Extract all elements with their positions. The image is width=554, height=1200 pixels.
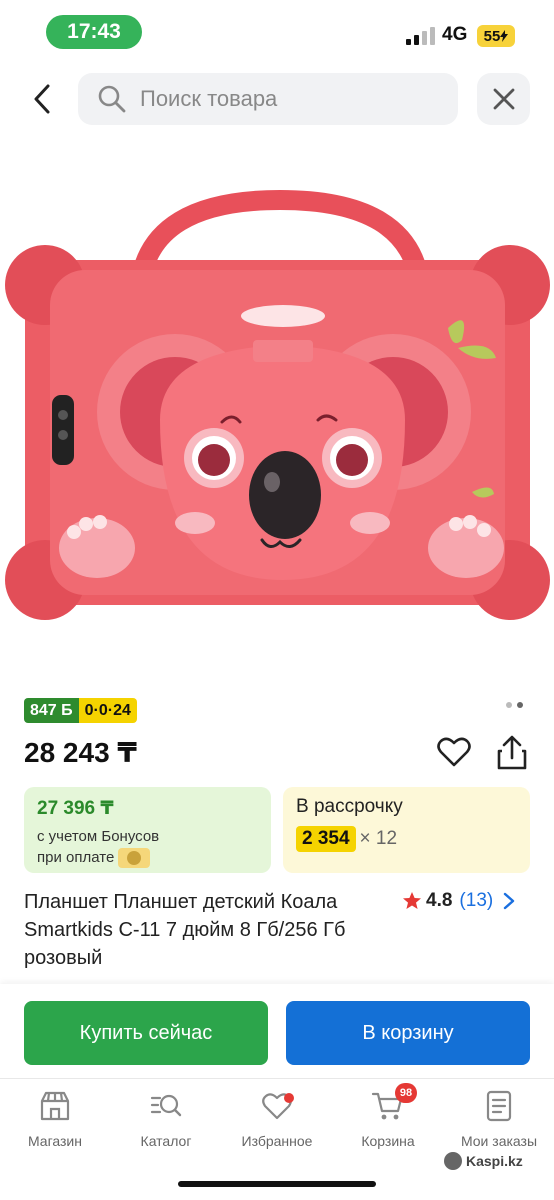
chevron-left-icon bbox=[34, 84, 50, 114]
star-icon bbox=[403, 892, 421, 909]
cart-count-badge: 98 bbox=[395, 1083, 417, 1103]
bonus-price: 27 396 ₸ bbox=[37, 798, 114, 819]
rating-link[interactable]: 4.8 (13) bbox=[402, 890, 517, 912]
bonus-note: с учетом Бонусов при оплате bbox=[37, 826, 258, 869]
status-bar: 17:43 4G 55 bbox=[0, 0, 554, 66]
installment-badge: 0·0·24 bbox=[78, 698, 137, 723]
battery-level: 55 bbox=[483, 27, 501, 45]
bonus-note-line1: с учетом Бонусов bbox=[37, 828, 160, 845]
tab-label-catalog: Каталог bbox=[140, 1133, 192, 1149]
orders-icon bbox=[486, 1090, 512, 1122]
close-icon bbox=[493, 88, 514, 110]
review-count: (13) bbox=[459, 890, 494, 911]
chevron-right-icon bbox=[504, 892, 515, 910]
catalog-search-icon bbox=[150, 1094, 182, 1117]
product-price: 28 243 ₸ bbox=[24, 737, 137, 768]
tab-catalog[interactable]: Каталог bbox=[111, 1089, 221, 1149]
rating-value: 4.8 bbox=[426, 890, 453, 911]
buy-now-button[interactable]: Купить сейчас bbox=[24, 1001, 268, 1065]
purchase-action-bar: Купить сейчас В корзину bbox=[0, 984, 554, 1078]
installment-amount: 2 354 bbox=[296, 826, 356, 852]
tab-shop[interactable]: Магазин bbox=[0, 1089, 110, 1149]
search-icon bbox=[98, 85, 126, 113]
tab-cart[interactable]: 98 Корзина bbox=[333, 1083, 443, 1149]
tab-label-favorites: Избранное bbox=[241, 1133, 313, 1149]
search-input[interactable] bbox=[140, 86, 440, 112]
installment-months: × 12 bbox=[359, 828, 398, 849]
payment-method-icon bbox=[118, 848, 151, 869]
pagination-dot-active bbox=[517, 702, 523, 708]
add-to-cart-button[interactable]: В корзину bbox=[286, 1001, 530, 1065]
watermark-text: Kaspi.kz bbox=[466, 1153, 523, 1169]
tab-orders[interactable]: Мои заказы bbox=[444, 1089, 554, 1149]
product-title: Планшет Планшет детский Коала Smartkids … bbox=[24, 891, 346, 969]
tab-label-cart: Корзина bbox=[361, 1133, 415, 1149]
installment-card[interactable]: В рассрочку 2 354 × 12 bbox=[283, 787, 530, 873]
tab-label-shop: Магазин bbox=[27, 1133, 82, 1149]
image-pagination bbox=[506, 702, 523, 708]
share-icon bbox=[497, 735, 527, 770]
pagination-dot bbox=[506, 702, 512, 708]
bonus-note-line2: при оплате bbox=[37, 849, 115, 866]
shop-icon bbox=[40, 1091, 70, 1121]
bonus-price-card[interactable]: 27 396 ₸ с учетом Бонусов при оплате bbox=[24, 787, 271, 873]
bonus-badge: 847 Б bbox=[24, 698, 79, 723]
network-type: 4G bbox=[442, 24, 468, 45]
bonus-note-row: при оплате bbox=[37, 847, 258, 869]
product-image[interactable] bbox=[0, 190, 554, 630]
share-button[interactable] bbox=[494, 734, 530, 772]
search-box[interactable] bbox=[78, 73, 458, 125]
back-button[interactable] bbox=[22, 78, 62, 120]
add-to-favorites-button[interactable] bbox=[436, 734, 472, 770]
promo-badges: 847 Б 0·0·24 bbox=[24, 698, 137, 723]
heart-icon bbox=[437, 737, 471, 767]
tab-label-orders: Мои заказы bbox=[460, 1133, 538, 1149]
kaspi-logo-icon bbox=[444, 1152, 462, 1170]
watermark: Kaspi.kz bbox=[444, 1152, 523, 1170]
favorites-notification-dot bbox=[284, 1093, 294, 1103]
status-time: 17:43 bbox=[46, 15, 142, 49]
battery-icon: 55 bbox=[477, 25, 515, 47]
charging-icon bbox=[500, 30, 509, 42]
home-indicator bbox=[178, 1181, 376, 1187]
close-search-button[interactable] bbox=[477, 73, 530, 125]
installment-row: 2 354 × 12 bbox=[296, 826, 517, 852]
tab-favorites[interactable]: Избранное bbox=[222, 1089, 332, 1149]
installment-title: В рассрочку bbox=[296, 796, 403, 817]
signal-icon bbox=[406, 27, 436, 45]
